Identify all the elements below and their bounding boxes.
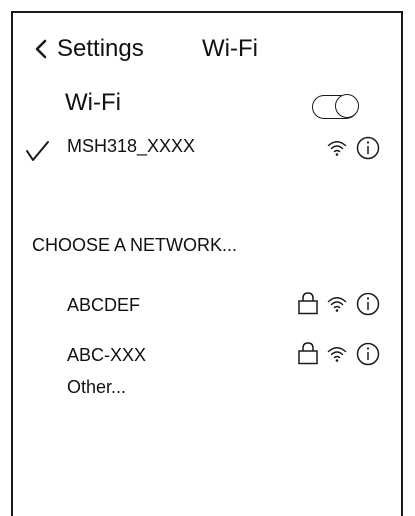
info-icon[interactable] [356,136,380,160]
navigation-bar: Settings Wi-Fi [13,13,401,73]
page-title: Wi-Fi [202,35,258,62]
wifi-toggle-switch[interactable] [312,94,359,119]
network-name: ABC-XXX [67,345,147,365]
chevron-left-icon [35,39,47,59]
info-icon[interactable] [356,292,380,316]
wifi-signal-icon [327,347,347,362]
wifi-toggle-label: Wi-Fi [65,89,121,116]
lock-icon [298,292,318,315]
back-button[interactable]: Settings [33,33,144,65]
toggle-knob [335,94,359,118]
lock-icon [298,342,318,365]
wifi-signal-icon [327,141,347,156]
wifi-toggle-row: Wi-Fi [13,81,401,121]
connected-network-name: MSH318_XXXX [67,136,196,156]
network-row-abcdef[interactable]: ABCDEF [13,283,401,323]
back-button-label: Settings [57,35,144,62]
network-name: ABCDEF [67,295,141,315]
network-row-abc-xxx[interactable]: ABC-XXX [13,333,401,373]
connected-network-row[interactable]: MSH318_XXXX [13,125,401,165]
other-network-item[interactable]: Other... [67,377,126,398]
phone-screen-frame: Settings Wi-Fi Wi-Fi MSH318_XXXX CHOOSE … [11,11,403,516]
checkmark-icon [26,141,49,161]
choose-network-header: CHOOSE A NETWORK... [32,235,238,255]
wifi-signal-icon [327,297,347,312]
info-icon[interactable] [356,342,380,366]
